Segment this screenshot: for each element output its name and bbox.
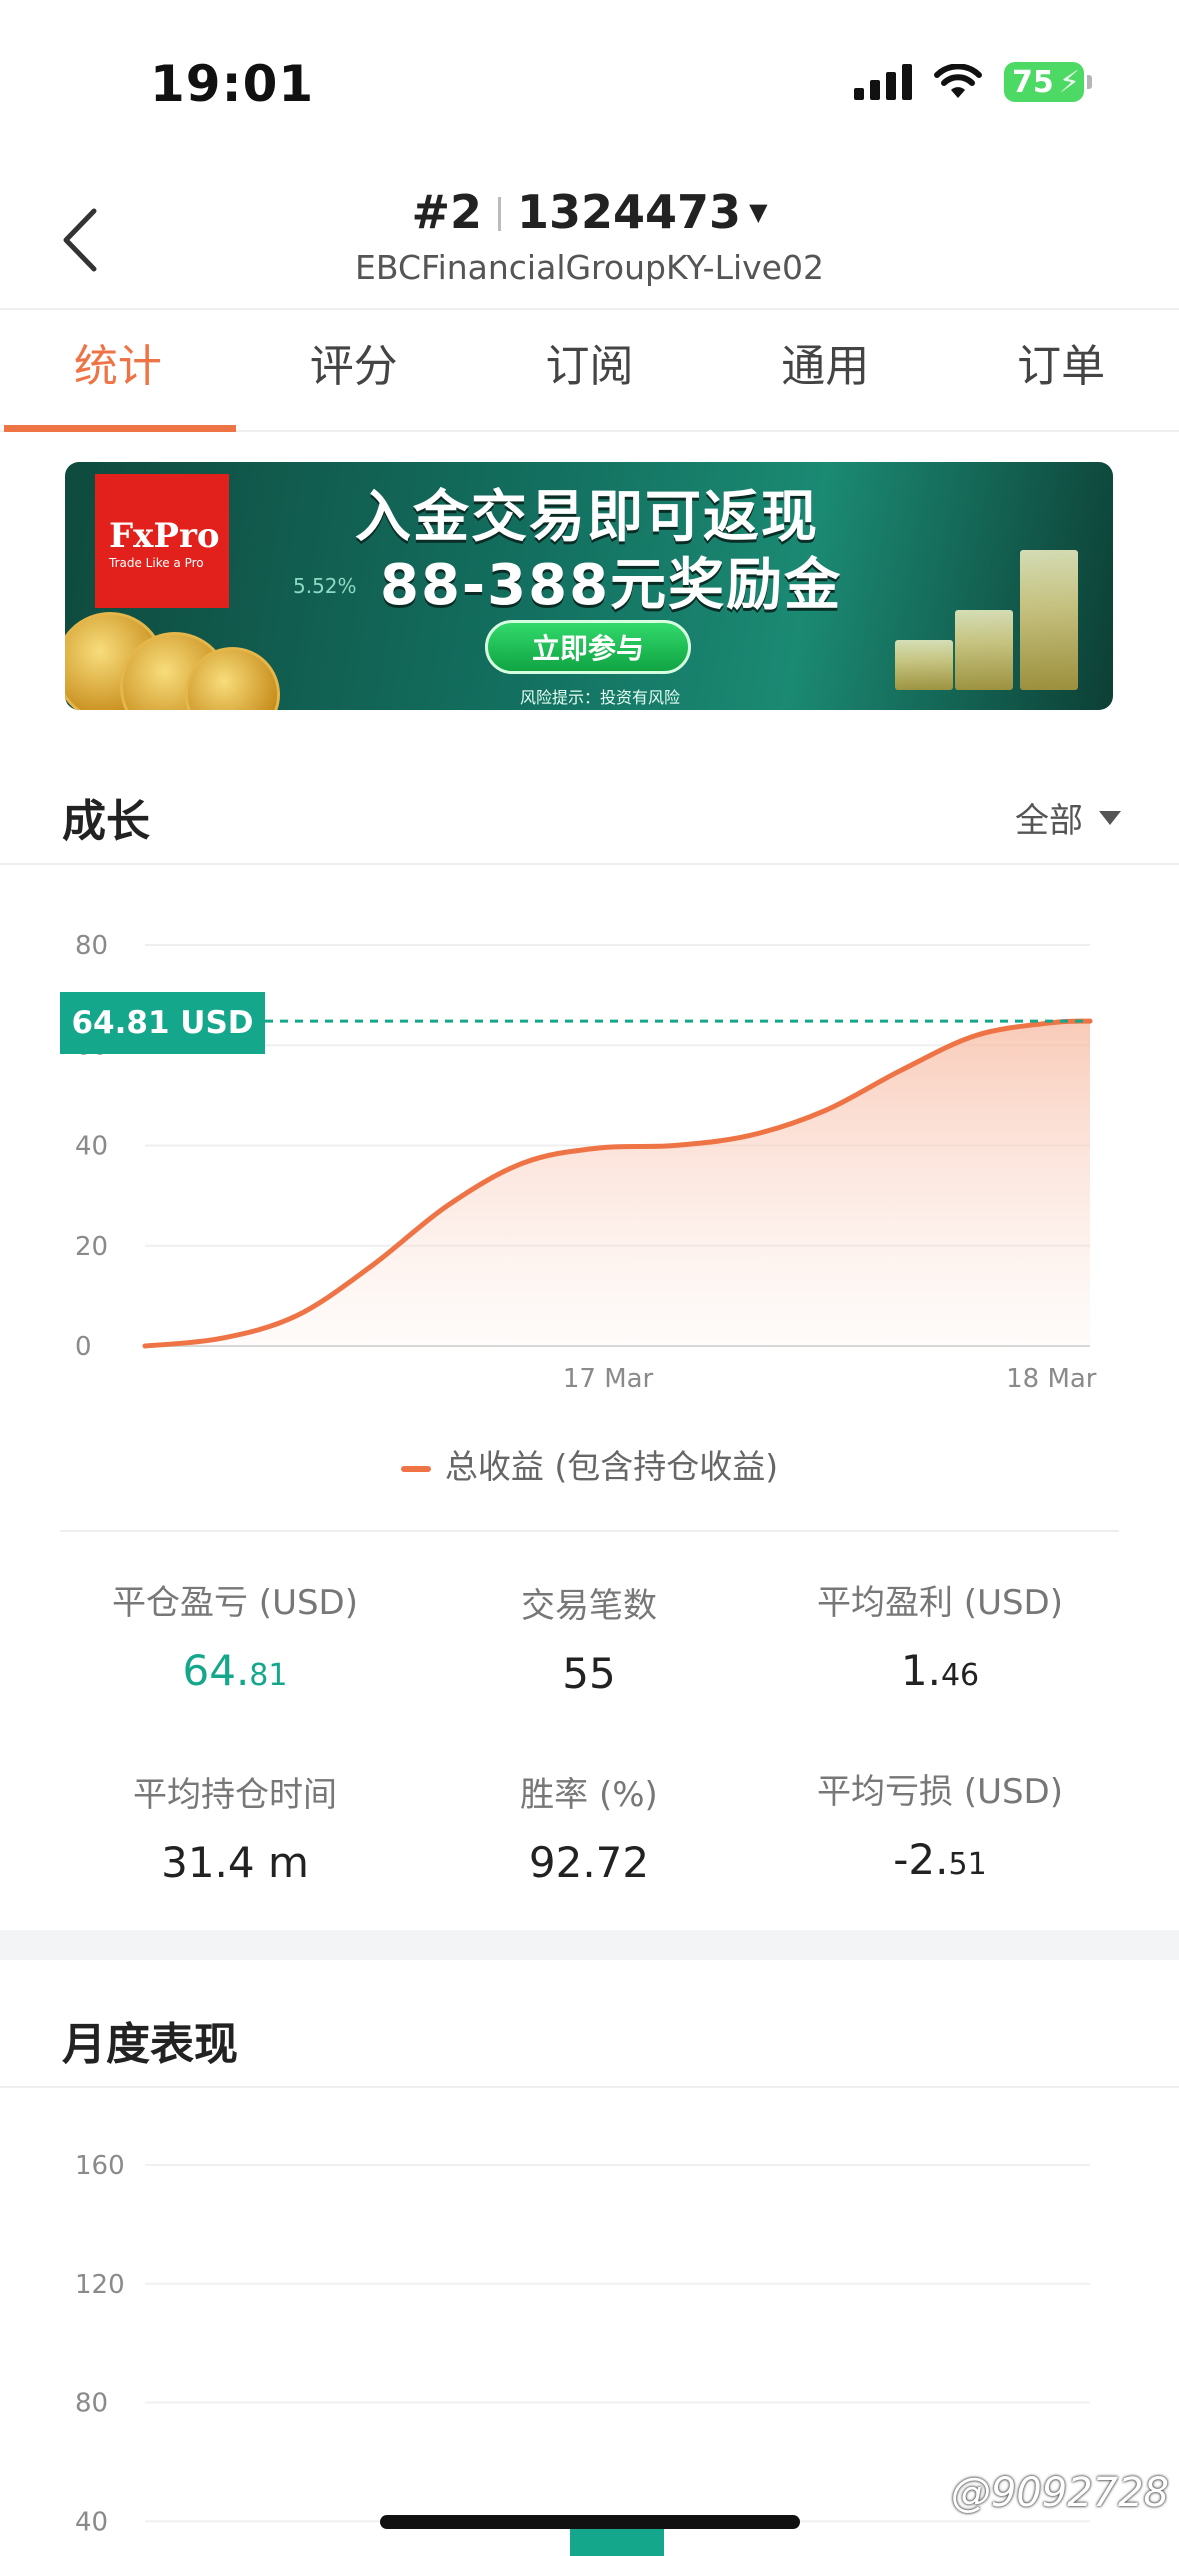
monthly-chart: 40 80 120 160	[0, 0, 1179, 2556]
monthly-chart-svg: 40 80 120 160	[75, 2151, 1090, 2556]
y-tick-label: 160	[75, 2151, 125, 2181]
y-tick-label: 80	[75, 2389, 108, 2419]
y-tick-label: 120	[75, 2270, 125, 2300]
monthly-bar	[570, 2528, 664, 2556]
watermark-text: @9092728	[950, 2470, 1169, 2516]
y-tick-label: 40	[75, 2507, 108, 2537]
home-indicator[interactable]	[380, 2515, 800, 2529]
